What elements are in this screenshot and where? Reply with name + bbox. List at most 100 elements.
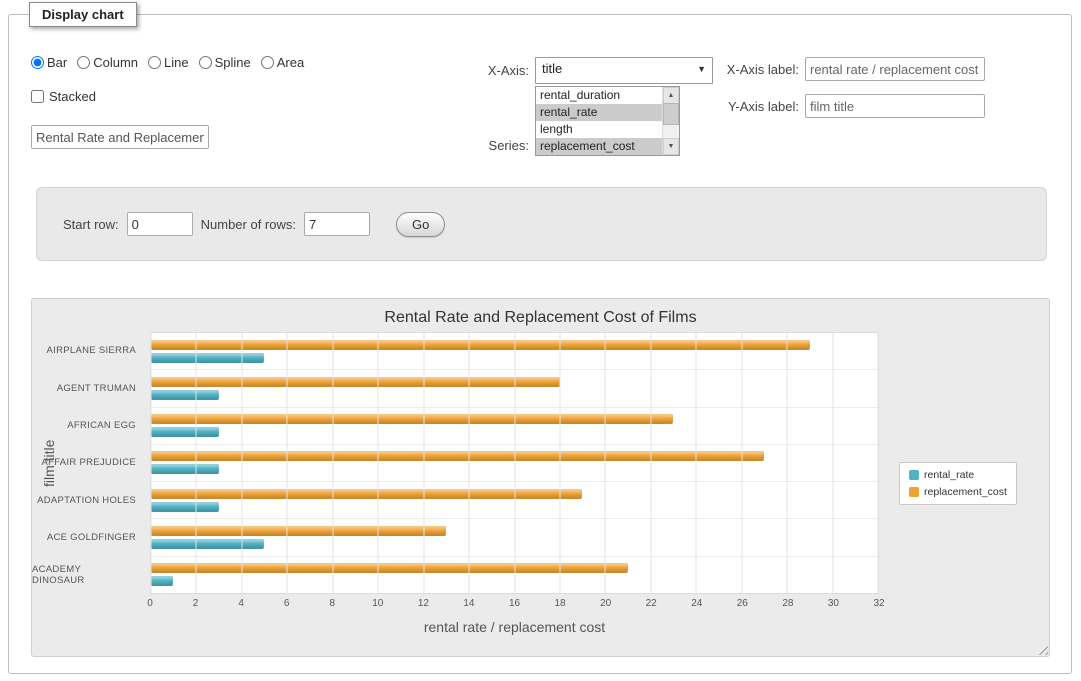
series-option-length[interactable]: length xyxy=(536,121,662,138)
start-row-input[interactable] xyxy=(127,212,193,236)
bar-rental_rate[interactable] xyxy=(151,576,173,586)
radio-label: Line xyxy=(164,55,189,70)
bar-replacement_cost[interactable] xyxy=(151,377,560,387)
column-radio[interactable] xyxy=(77,56,90,69)
gridline xyxy=(514,333,515,593)
y-axis-label-row: Y-Axis label: xyxy=(709,94,985,118)
spline-radio[interactable] xyxy=(199,56,212,69)
x-tick-label: 6 xyxy=(284,598,290,609)
radio-label: Area xyxy=(277,55,304,70)
radio-option-column[interactable]: Column xyxy=(77,55,138,70)
scroll-up-icon[interactable]: ▲ xyxy=(663,87,679,104)
series-option-replacement_cost[interactable]: replacement_cost xyxy=(536,138,662,155)
bar-replacement_cost[interactable] xyxy=(151,340,810,350)
x-tick-label: 14 xyxy=(463,598,474,609)
radio-option-area[interactable]: Area xyxy=(261,55,304,70)
y-axis-label-input[interactable] xyxy=(805,94,985,118)
bar-rental_rate[interactable] xyxy=(151,539,264,549)
fieldset-legend: Display chart xyxy=(29,2,137,27)
gridline xyxy=(832,333,833,593)
x-axis-select[interactable]: title ▼ xyxy=(535,57,713,84)
x-ticks: 02468101214161820222426283032 xyxy=(150,598,879,612)
gridline xyxy=(696,333,697,593)
bar-replacement_cost[interactable] xyxy=(151,451,764,461)
gridline xyxy=(196,333,197,593)
x-tick-label: 32 xyxy=(873,598,884,609)
radio-option-bar[interactable]: Bar xyxy=(31,55,67,70)
gridline xyxy=(878,333,879,593)
chart-type-radio-group: Bar Column Line Spline Area xyxy=(31,55,304,70)
x-tick-label: 2 xyxy=(193,598,199,609)
gridline xyxy=(378,333,379,593)
bar-radio[interactable] xyxy=(31,56,44,69)
series-listbox[interactable]: rental_durationrental_ratelengthreplacem… xyxy=(535,86,680,156)
gridline xyxy=(287,333,288,593)
gridline xyxy=(650,333,651,593)
bar-rental_rate[interactable] xyxy=(151,353,264,363)
x-axis-label-input[interactable] xyxy=(805,57,985,81)
stacked-checkbox[interactable] xyxy=(31,90,44,103)
chart-title-input[interactable] xyxy=(31,125,209,149)
legend-swatch xyxy=(909,487,919,497)
x-tick-label: 12 xyxy=(418,598,429,609)
scroll-down-icon[interactable]: ▼ xyxy=(663,138,679,155)
line-radio[interactable] xyxy=(148,56,161,69)
legend-swatch xyxy=(909,470,919,480)
bar-rental_rate[interactable] xyxy=(151,464,219,474)
legend-label: replacement_cost xyxy=(924,486,1007,498)
x-axis-row: X-Axis: title ▼ xyxy=(457,57,713,84)
category-label: ACADEMY DINOSAUR xyxy=(32,557,144,594)
x-axis-title: rental rate / replacement cost xyxy=(150,619,879,635)
x-tick-label: 18 xyxy=(555,598,566,609)
radio-label: Spline xyxy=(215,55,251,70)
radio-option-line[interactable]: Line xyxy=(148,55,189,70)
gridline xyxy=(241,333,242,593)
bar-replacement_cost[interactable] xyxy=(151,489,582,499)
bar-replacement_cost[interactable] xyxy=(151,563,628,573)
series-select-label: Series: xyxy=(457,138,529,153)
x-tick-label: 16 xyxy=(509,598,520,609)
x-axis-label-label: X-Axis label: xyxy=(709,62,799,77)
category-label: AGENT TRUMAN xyxy=(32,369,144,406)
gridline xyxy=(605,333,606,593)
stacked-label: Stacked xyxy=(49,89,96,104)
gridline xyxy=(423,333,424,593)
x-tick-label: 0 xyxy=(147,598,153,609)
scrollbar-thumb[interactable] xyxy=(663,103,679,125)
gridline xyxy=(151,333,152,593)
legend-item-rental_rate[interactable]: rental_rate xyxy=(909,469,1007,481)
num-rows-input[interactable] xyxy=(304,212,370,236)
go-button[interactable]: Go xyxy=(396,212,445,237)
x-tick-label: 28 xyxy=(782,598,793,609)
x-axis-selected-value: title xyxy=(542,61,562,76)
category-label: ADAPTATION HOLES xyxy=(32,482,144,519)
area-radio[interactable] xyxy=(261,56,274,69)
bar-rental_rate[interactable] xyxy=(151,502,219,512)
chart-title: Rental Rate and Replacement Cost of Film… xyxy=(32,309,1049,327)
series-option-rental_rate[interactable]: rental_rate xyxy=(536,104,662,121)
x-tick-label: 22 xyxy=(646,598,657,609)
bar-rental_rate[interactable] xyxy=(151,390,219,400)
chart-legend: rental_rate replacement_cost xyxy=(899,462,1017,505)
bar-rental_rate[interactable] xyxy=(151,427,219,437)
num-rows-label: Number of rows: xyxy=(201,217,296,232)
resize-handle-icon[interactable] xyxy=(1035,642,1048,655)
bar-replacement_cost[interactable] xyxy=(151,414,673,424)
radio-label: Column xyxy=(93,55,138,70)
series-listbox-items: rental_durationrental_ratelengthreplacem… xyxy=(536,87,662,155)
series-option-rental_duration[interactable]: rental_duration xyxy=(536,87,662,104)
category-labels: AIRPLANE SIERRAAGENT TRUMANAFRICAN EGGAF… xyxy=(32,332,144,594)
radio-option-spline[interactable]: Spline xyxy=(199,55,251,70)
gridline xyxy=(741,333,742,593)
stacked-checkbox-row[interactable]: Stacked xyxy=(31,89,96,104)
radio-label: Bar xyxy=(47,55,67,70)
display-chart-fieldset: Display chart Bar Column Line Spline Are… xyxy=(8,14,1072,674)
x-axis-label-row: X-Axis label: xyxy=(709,57,985,81)
gridline xyxy=(332,333,333,593)
y-axis-label-label: Y-Axis label: xyxy=(709,99,799,114)
start-row-label: Start row: xyxy=(63,217,119,232)
series-listbox-scrollbar[interactable]: ▲ ▼ xyxy=(662,87,679,155)
legend-item-replacement_cost[interactable]: replacement_cost xyxy=(909,486,1007,498)
rows-panel: Start row: Number of rows: Go xyxy=(36,187,1047,261)
category-label: AFRICAN EGG xyxy=(32,407,144,444)
